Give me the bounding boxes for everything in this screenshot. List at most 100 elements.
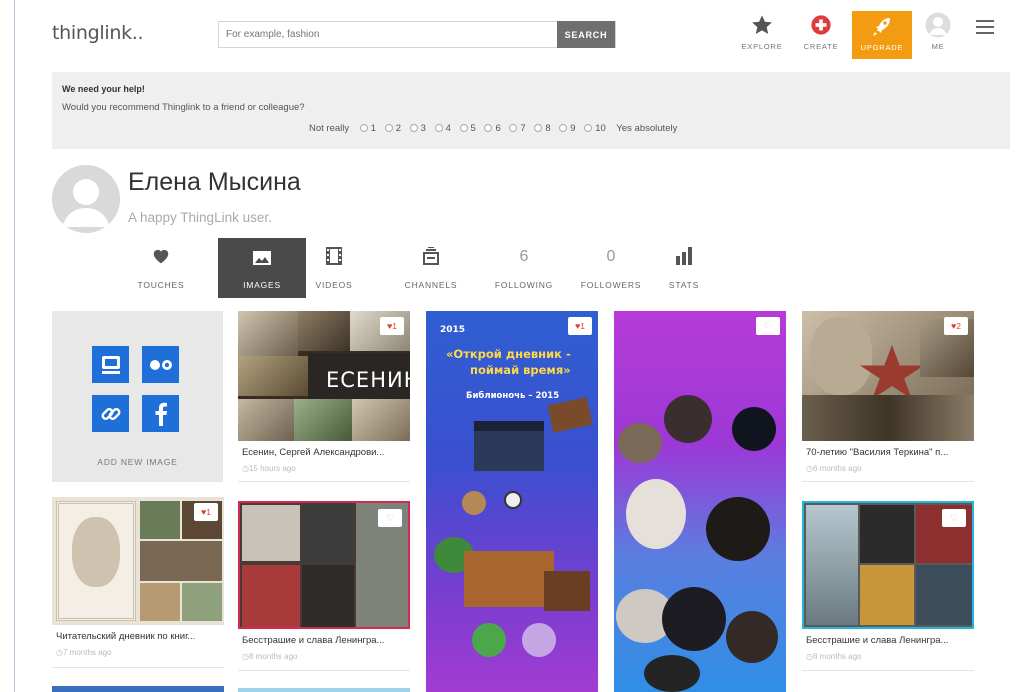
like-badge[interactable]: ♥1 [194, 503, 218, 521]
card-timestamp: 8 months ago [806, 652, 861, 661]
nav-me-label: ME [931, 42, 945, 51]
image-card-partial[interactable] [52, 686, 224, 692]
search-button[interactable]: SEARCH [557, 21, 615, 48]
image-card[interactable]: ♡ [614, 311, 786, 692]
image-icon [253, 251, 271, 265]
radio-icon[interactable] [509, 124, 518, 132]
rating-option[interactable]: 2 [384, 123, 401, 134]
thinglink-logo[interactable]: thinglink.. [52, 22, 144, 44]
feedback-question: Would you recommend Thinglink to a frien… [62, 102, 305, 113]
radio-icon[interactable] [584, 124, 593, 132]
card-divider [52, 667, 224, 668]
rating-option[interactable]: 9 [559, 123, 576, 134]
profile-avatar [52, 165, 120, 233]
card-thumbnail[interactable]: 2015 «Открой дневник - поймай время» Биб… [426, 311, 598, 692]
card-thumbnail[interactable]: ♥1 [52, 497, 224, 625]
card-divider [802, 481, 974, 482]
rating-option[interactable]: 3 [409, 123, 426, 134]
radio-icon[interactable] [459, 124, 468, 132]
like-badge[interactable]: ♥1 [568, 317, 592, 335]
card-caption[interactable]: Читательский дневник по книг... [56, 631, 222, 642]
tab-touches-label: TOUCHES [137, 280, 185, 290]
card-divider [238, 481, 410, 482]
card-timestamp: 15 hours ago [242, 464, 296, 473]
card-thumbnail[interactable]: ♡ [802, 501, 974, 629]
nav-create[interactable]: CREATE [794, 12, 848, 58]
feedback-title: We need your help! [62, 84, 145, 94]
search-bar: SEARCH [218, 21, 616, 48]
radio-icon[interactable] [534, 124, 543, 132]
nav-explore[interactable]: EXPLORE [735, 12, 789, 58]
image-card[interactable]: ♡ Бесстрашие и слава Ленингра... 8 month… [802, 501, 974, 671]
nav-me[interactable]: ME [911, 12, 965, 58]
rating-option[interactable]: 1 [359, 123, 376, 134]
rating-option[interactable]: 6 [484, 123, 501, 134]
card-thumbnail[interactable]: ЕСЕНИН ♥1 [238, 311, 410, 441]
rating-option[interactable]: 5 [459, 123, 476, 134]
like-badge[interactable]: ♥2 [944, 317, 968, 335]
bar-chart-icon [676, 247, 692, 265]
radio-icon[interactable] [359, 124, 368, 132]
upload-computer-icon[interactable] [92, 346, 129, 383]
image-card[interactable]: ♥2 70-летию "Василия Теркина" п... 6 mon… [802, 311, 974, 482]
poster-subtitle: Библионочь – 2015 [466, 391, 560, 401]
profile-tagline: A happy ThingLink user. [128, 210, 272, 225]
facebook-icon[interactable] [142, 395, 179, 432]
tab-videos[interactable]: VIDEOS [290, 238, 378, 298]
like-badge[interactable]: ♡ [378, 509, 402, 527]
rating-option[interactable]: 10 [584, 123, 606, 134]
feedback-scale: Not really 1 2 3 4 5 6 7 8 9 10 Yes abso… [304, 123, 682, 134]
menu-icon[interactable] [976, 20, 994, 34]
card-timestamp: 8 months ago [242, 652, 297, 661]
film-icon [326, 247, 342, 265]
channels-icon [423, 247, 439, 265]
radio-icon[interactable] [434, 124, 443, 132]
tab-stats[interactable]: STATS [640, 238, 728, 298]
rocket-icon [873, 18, 890, 36]
rating-option[interactable]: 8 [534, 123, 551, 134]
nav-explore-label: EXPLORE [741, 42, 783, 51]
radio-icon[interactable] [559, 124, 568, 132]
card-caption[interactable]: Есенин, Сергей Александрови... [242, 447, 408, 458]
tab-channels[interactable]: CHANNELS [387, 238, 475, 298]
heart-outline-icon: ♡ [763, 321, 773, 331]
image-card[interactable]: ♥1 Читательский дневник по книг... 7 mon… [52, 497, 224, 668]
add-new-image-panel[interactable]: ADD NEW IMAGE [52, 311, 223, 482]
link-icon[interactable] [92, 395, 129, 432]
heart-icon [153, 249, 169, 264]
flickr-icon[interactable] [142, 346, 179, 383]
like-badge[interactable]: ♥1 [380, 317, 404, 335]
card-overlay-text: ЕСЕНИН [326, 368, 410, 392]
card-thumbnail[interactable]: ♡ [614, 311, 786, 692]
nav-upgrade-label: UPGRADE [860, 43, 904, 52]
user-silhouette-icon [52, 165, 120, 233]
profile-name: Елена Мысина [128, 168, 301, 196]
rating-option[interactable]: 4 [434, 123, 451, 134]
tab-videos-label: VIDEOS [315, 280, 353, 290]
card-thumbnail[interactable]: ♡ [238, 501, 410, 629]
tab-touches[interactable]: TOUCHES [117, 238, 205, 298]
poster-title-line1: «Открой дневник - [446, 347, 571, 361]
rating-option[interactable]: 7 [509, 123, 526, 134]
card-caption[interactable]: 70-летию "Василия Теркина" п... [806, 447, 972, 458]
heart-outline-icon: ♡ [385, 513, 395, 523]
image-card[interactable]: ♡ Бесстрашие и слава Ленингра... 8 month… [238, 501, 410, 671]
nav-upgrade[interactable]: UPGRADE [852, 11, 912, 59]
nav-create-label: CREATE [803, 42, 839, 51]
card-thumbnail[interactable]: ♥2 [802, 311, 974, 441]
image-card-partial[interactable] [238, 688, 410, 692]
poster-title-line2: поймай время» [470, 363, 571, 377]
add-new-image-label: ADD NEW IMAGE [97, 457, 178, 467]
image-card[interactable]: 2015 «Открой дневник - поймай время» Биб… [426, 311, 598, 692]
card-caption[interactable]: Бесстрашие и слава Ленингра... [242, 635, 408, 646]
radio-icon[interactable] [484, 124, 493, 132]
radio-icon[interactable] [409, 124, 418, 132]
like-badge[interactable]: ♡ [756, 317, 780, 335]
like-badge[interactable]: ♡ [942, 509, 966, 527]
radio-icon[interactable] [384, 124, 393, 132]
card-caption[interactable]: Бесстрашие и слава Ленингра... [806, 635, 972, 646]
user-avatar-icon [925, 12, 951, 38]
tab-following[interactable]: 6 FOLLOWING [480, 238, 568, 298]
search-input[interactable] [219, 22, 559, 47]
image-card[interactable]: ЕСЕНИН ♥1 Есенин, Сергей Александрови...… [238, 311, 410, 482]
